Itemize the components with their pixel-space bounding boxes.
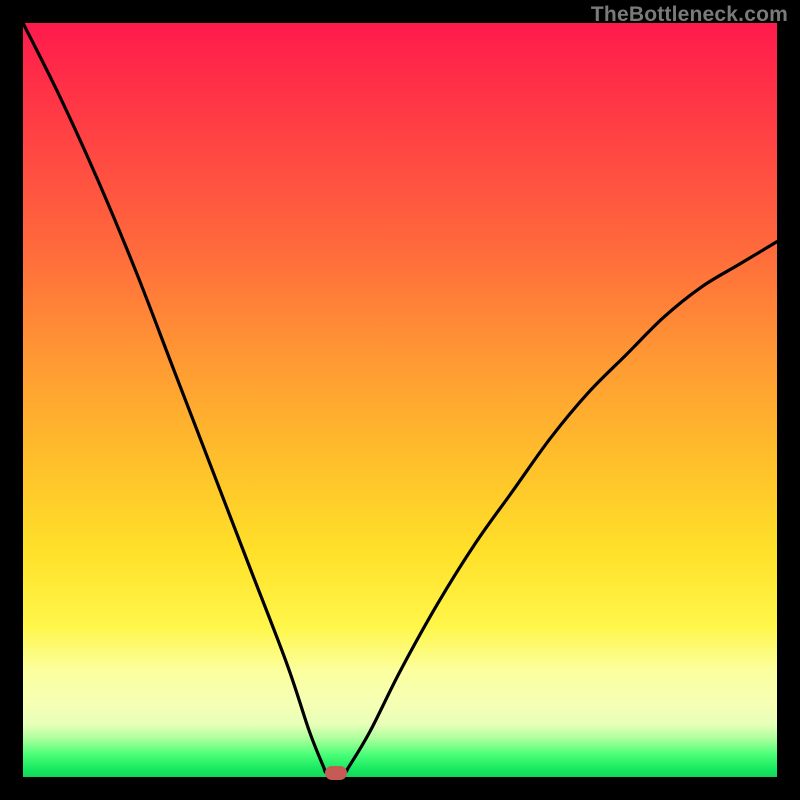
plot-area	[23, 23, 777, 777]
curve-path	[23, 23, 777, 778]
bottleneck-curve	[23, 23, 777, 777]
optimal-marker	[325, 766, 347, 780]
watermark-text: TheBottleneck.com	[591, 3, 788, 27]
chart-frame: TheBottleneck.com	[0, 0, 800, 800]
